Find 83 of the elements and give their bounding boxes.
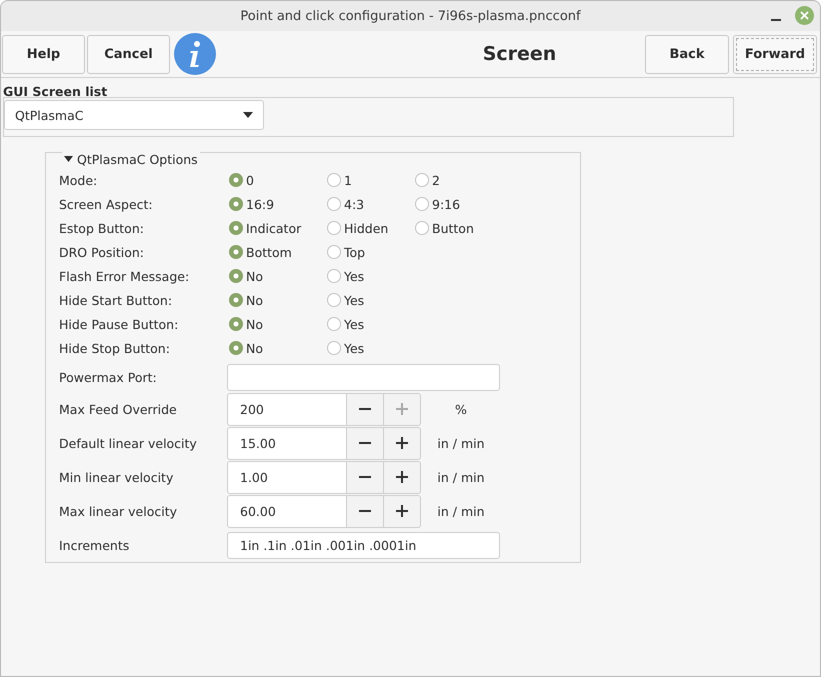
unit-label: in / min xyxy=(436,470,486,484)
radio-button[interactable] xyxy=(327,197,341,211)
radio-button[interactable] xyxy=(229,341,243,355)
radio-button[interactable] xyxy=(327,221,341,235)
field-label: Max Feed Override xyxy=(59,402,178,416)
unit-label: % xyxy=(454,402,468,416)
page-heading: Screen xyxy=(482,43,558,65)
options-expander[interactable]: QtPlasmaC Options xyxy=(62,151,200,167)
increment-button[interactable] xyxy=(384,494,421,528)
radio-button[interactable] xyxy=(229,269,243,283)
info-icon xyxy=(174,33,216,75)
radio-option[interactable]: 9:16 xyxy=(415,196,460,212)
unit-label: in / min xyxy=(436,436,486,450)
radio-button[interactable] xyxy=(229,317,243,331)
radio-option[interactable]: No xyxy=(229,268,263,284)
spin-field[interactable]: 15.00 xyxy=(227,426,347,460)
increment-button[interactable] xyxy=(384,460,421,494)
unit-label: in / min xyxy=(436,504,486,518)
radio-option[interactable]: Yes xyxy=(327,316,364,332)
radio-option[interactable]: Yes xyxy=(327,268,364,284)
option-label: Screen Aspect: xyxy=(59,196,154,212)
option-label: Estop Button: xyxy=(59,220,145,236)
plus-icon xyxy=(396,437,408,449)
radio-option[interactable]: 0 xyxy=(229,172,254,188)
spin-field[interactable]: 200 xyxy=(227,392,347,426)
radio-button[interactable] xyxy=(229,293,243,307)
radio-option[interactable]: Hidden xyxy=(327,220,388,236)
option-label: Hide Stop Button: xyxy=(59,340,171,356)
radio-option[interactable]: 2 xyxy=(415,172,440,188)
input-field[interactable]: 1in .1in .01in .001in .0001in xyxy=(227,532,500,558)
radio-option[interactable]: Button xyxy=(415,220,474,236)
radio-button[interactable] xyxy=(327,173,341,187)
radio-option[interactable]: No xyxy=(229,340,263,356)
field-label: Max linear velocity xyxy=(59,504,178,518)
option-label: DRO Position: xyxy=(59,244,146,260)
window-title: Point and click configuration - 7i96s-plasma.pncconf xyxy=(240,8,581,24)
radio-button[interactable] xyxy=(229,173,243,187)
option-label: Flash Error Message: xyxy=(59,268,190,284)
radio-option[interactable]: No xyxy=(229,292,263,308)
spin-field[interactable]: 60.00 xyxy=(227,494,347,528)
cancel-button[interactable]: Cancel xyxy=(87,34,170,74)
close-icon[interactable] xyxy=(795,6,814,25)
radio-option[interactable]: Yes xyxy=(327,340,364,356)
field-label: Min linear velocity xyxy=(59,470,174,484)
plus-icon xyxy=(396,403,408,415)
spin-field[interactable]: 1.00 xyxy=(227,460,347,494)
radio-option[interactable]: Top xyxy=(327,244,366,260)
radio-option[interactable]: Indicator xyxy=(229,220,302,236)
screen-dropdown[interactable]: QtPlasmaC xyxy=(4,100,264,130)
radio-option[interactable]: 16:9 xyxy=(229,196,274,212)
option-label: Mode: xyxy=(59,172,98,188)
field-label: Default linear velocity xyxy=(59,436,198,450)
radio-button[interactable] xyxy=(327,293,341,307)
field-label: Powermax Port: xyxy=(59,370,158,384)
radio-button[interactable] xyxy=(327,269,341,283)
radio-button[interactable] xyxy=(327,341,341,355)
radio-button[interactable] xyxy=(229,197,243,211)
plus-icon xyxy=(396,471,408,483)
radio-button[interactable] xyxy=(229,221,243,235)
radio-button[interactable] xyxy=(415,173,429,187)
plus-icon xyxy=(396,505,408,517)
radio-button[interactable] xyxy=(415,197,429,211)
option-label: Hide Pause Button: xyxy=(59,316,180,332)
group-label: GUI Screen list xyxy=(3,84,108,99)
radio-option[interactable]: Yes xyxy=(327,292,364,308)
back-button[interactable]: Back xyxy=(645,34,729,74)
radio-button[interactable] xyxy=(327,317,341,331)
caret-icon xyxy=(243,112,253,118)
radio-button[interactable] xyxy=(229,245,243,259)
input-field[interactable] xyxy=(227,364,500,390)
radio-option[interactable]: No xyxy=(229,316,263,332)
radio-option[interactable]: 1 xyxy=(327,172,352,188)
forward-button[interactable]: Forward xyxy=(733,34,817,74)
radio-option[interactable]: Bottom xyxy=(229,244,292,260)
expander-icon xyxy=(64,155,73,163)
increment-button[interactable] xyxy=(384,426,421,460)
radio-button[interactable] xyxy=(327,245,341,259)
field-label: Increments xyxy=(59,538,130,552)
option-label: Hide Start Button: xyxy=(59,292,174,308)
radio-button[interactable] xyxy=(415,221,429,235)
radio-option[interactable]: 4:3 xyxy=(327,196,364,212)
help-button[interactable]: Help xyxy=(2,34,85,74)
minimize-icon[interactable] xyxy=(771,18,781,20)
